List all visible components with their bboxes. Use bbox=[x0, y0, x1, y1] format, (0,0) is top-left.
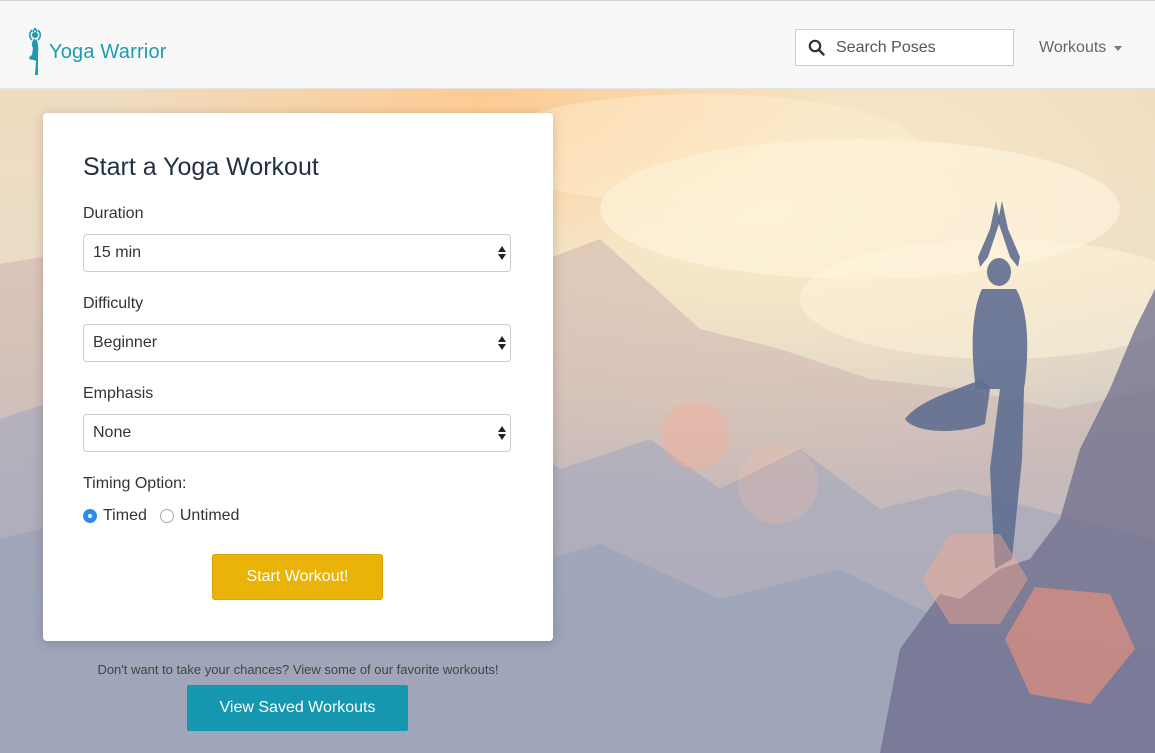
search-box[interactable] bbox=[795, 29, 1014, 66]
untimed-radio[interactable] bbox=[159, 509, 174, 523]
workouts-dropdown-label: Workouts bbox=[1039, 39, 1107, 56]
search-input[interactable] bbox=[834, 37, 998, 58]
untimed-radio-label[interactable]: Untimed bbox=[180, 507, 240, 525]
duration-select[interactable]: 15 min bbox=[83, 234, 511, 272]
brand-logo-link[interactable]: Yoga Warrior bbox=[26, 27, 167, 77]
timing-radio-group: Timed Untimed bbox=[83, 507, 252, 525]
workout-form-card: Start a Yoga Workout Duration 15 min Dif… bbox=[43, 113, 553, 641]
emphasis-select-value: None bbox=[93, 424, 132, 441]
search-icon bbox=[808, 39, 826, 57]
timed-radio-label[interactable]: Timed bbox=[103, 507, 147, 525]
difficulty-select-value: Beginner bbox=[93, 334, 158, 351]
brand-name: Yoga Warrior bbox=[49, 40, 167, 63]
emphasis-select[interactable]: None bbox=[83, 414, 511, 452]
difficulty-select[interactable]: Beginner bbox=[83, 324, 511, 362]
saved-workouts-prompt: Don't want to take your chances? View so… bbox=[97, 662, 499, 677]
yoga-pose-logo-icon bbox=[26, 27, 46, 77]
select-arrows-icon bbox=[498, 246, 506, 260]
timing-option-label: Timing Option: bbox=[83, 475, 187, 492]
caret-down-icon bbox=[1114, 45, 1123, 51]
emphasis-label: Emphasis bbox=[83, 385, 154, 402]
select-arrows-icon bbox=[498, 426, 506, 440]
form-title: Start a Yoga Workout bbox=[83, 153, 319, 181]
duration-select-value: 15 min bbox=[93, 244, 142, 261]
view-saved-workouts-button[interactable]: View Saved Workouts bbox=[187, 685, 408, 731]
workouts-dropdown[interactable]: Workouts bbox=[1039, 39, 1123, 57]
top-navbar: Yoga Warrior Workouts bbox=[0, 0, 1155, 89]
select-arrows-icon bbox=[498, 336, 506, 350]
start-workout-button[interactable]: Start Workout! bbox=[212, 554, 383, 600]
difficulty-label: Difficulty bbox=[83, 295, 144, 312]
duration-label: Duration bbox=[83, 205, 144, 222]
timed-radio[interactable] bbox=[83, 509, 97, 523]
